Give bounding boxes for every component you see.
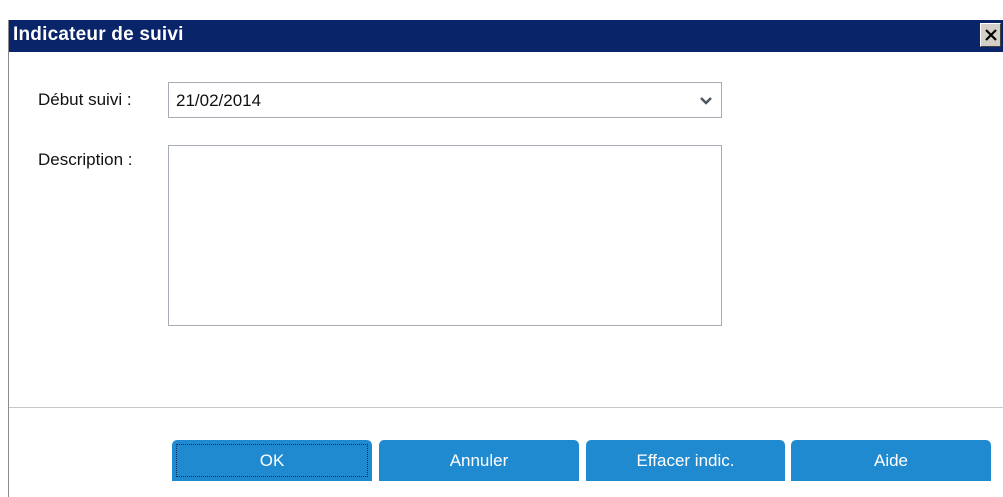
ok-button[interactable]: OK <box>172 440 372 481</box>
start-date-label: Début suivi : <box>38 90 132 109</box>
start-date-value: 21/02/2014 <box>176 91 262 110</box>
cancel-button[interactable]: Annuler <box>379 440 579 481</box>
title-bar[interactable]: Indicateur de suivi <box>9 20 1003 52</box>
dialog-window: Indicateur de suivi Début suivi : 21/02/… <box>0 0 1003 497</box>
window-title: Indicateur de suivi <box>13 24 184 45</box>
chevron-down-icon[interactable] <box>695 89 717 111</box>
ok-button-label: OK <box>259 450 285 470</box>
description-label: Description : <box>38 150 133 169</box>
description-field[interactable] <box>168 145 722 326</box>
start-date-combo[interactable]: 21/02/2014 <box>168 82 722 118</box>
help-button-label: Aide <box>873 450 909 470</box>
close-icon <box>985 29 997 41</box>
close-button[interactable] <box>980 23 1001 47</box>
clear-indicator-button-label: Effacer indic. <box>636 450 735 470</box>
window-border <box>8 20 9 497</box>
cancel-button-label: Annuler <box>449 450 509 470</box>
divider <box>9 407 1003 408</box>
clear-indicator-button[interactable]: Effacer indic. <box>586 440 785 481</box>
help-button[interactable]: Aide <box>791 440 991 481</box>
